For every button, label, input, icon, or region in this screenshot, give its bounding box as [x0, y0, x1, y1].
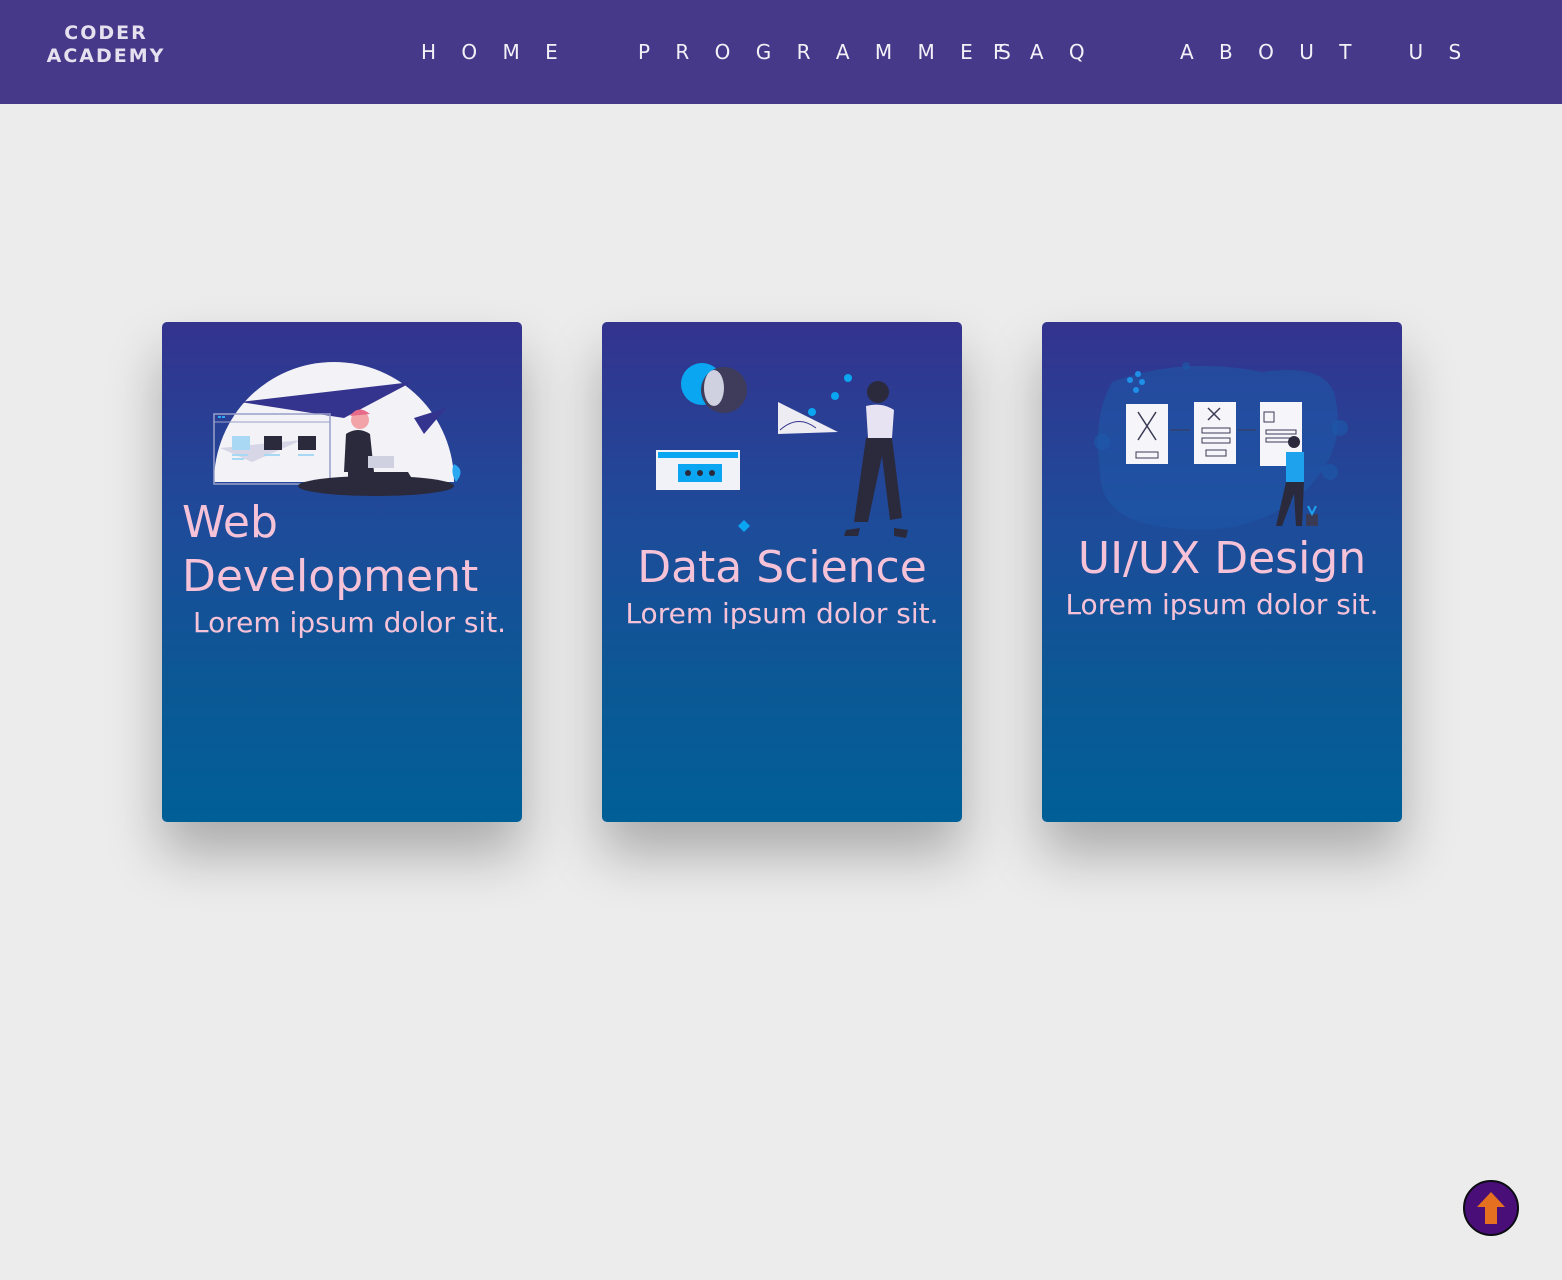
nav-faq[interactable]: F A Q [993, 40, 1094, 64]
card-title-line-1: Web [182, 497, 278, 548]
person-with-laptop-illustration [213, 362, 461, 496]
card-title: Data Science [637, 542, 927, 593]
brand-line-1: CODER [64, 22, 148, 44]
card-description: Lorem ipsum dolor sit. [625, 597, 939, 630]
nav-home[interactable]: H O M E [421, 40, 567, 64]
card-description: Lorem ipsum dolor sit. [193, 606, 507, 639]
card-description: Lorem ipsum dolor sit. [1065, 588, 1379, 621]
brand-line-2: ACADEMY [46, 45, 166, 67]
card-data-science[interactable]: Data Science Lorem ipsum dolor sit. [602, 322, 962, 822]
data-charts-illustration [656, 363, 908, 538]
nav-programmes[interactable]: P R O G R A M M E S [638, 40, 1020, 64]
up-arrow-icon [1477, 1192, 1505, 1224]
scroll-to-top-button[interactable] [1463, 1180, 1519, 1236]
nav-about-us[interactable]: A B O U T U S [1180, 40, 1471, 64]
brand-logo[interactable]: CODER ACADEMY [40, 22, 172, 68]
card-title-line-2: Development [182, 551, 479, 602]
card-ui-ux-design[interactable]: UI/UX Design Lorem ipsum dolor sit. [1042, 322, 1402, 822]
card-title: UI/UX Design [1077, 533, 1367, 584]
card-web-development[interactable]: Web Development Lorem ipsum dolor sit. [162, 322, 522, 822]
card-title: Web Development [182, 496, 478, 604]
navbar: CODER ACADEMY H O M E P R O G R A M M E … [0, 0, 1562, 104]
wireframe-board-illustration [1094, 362, 1348, 530]
